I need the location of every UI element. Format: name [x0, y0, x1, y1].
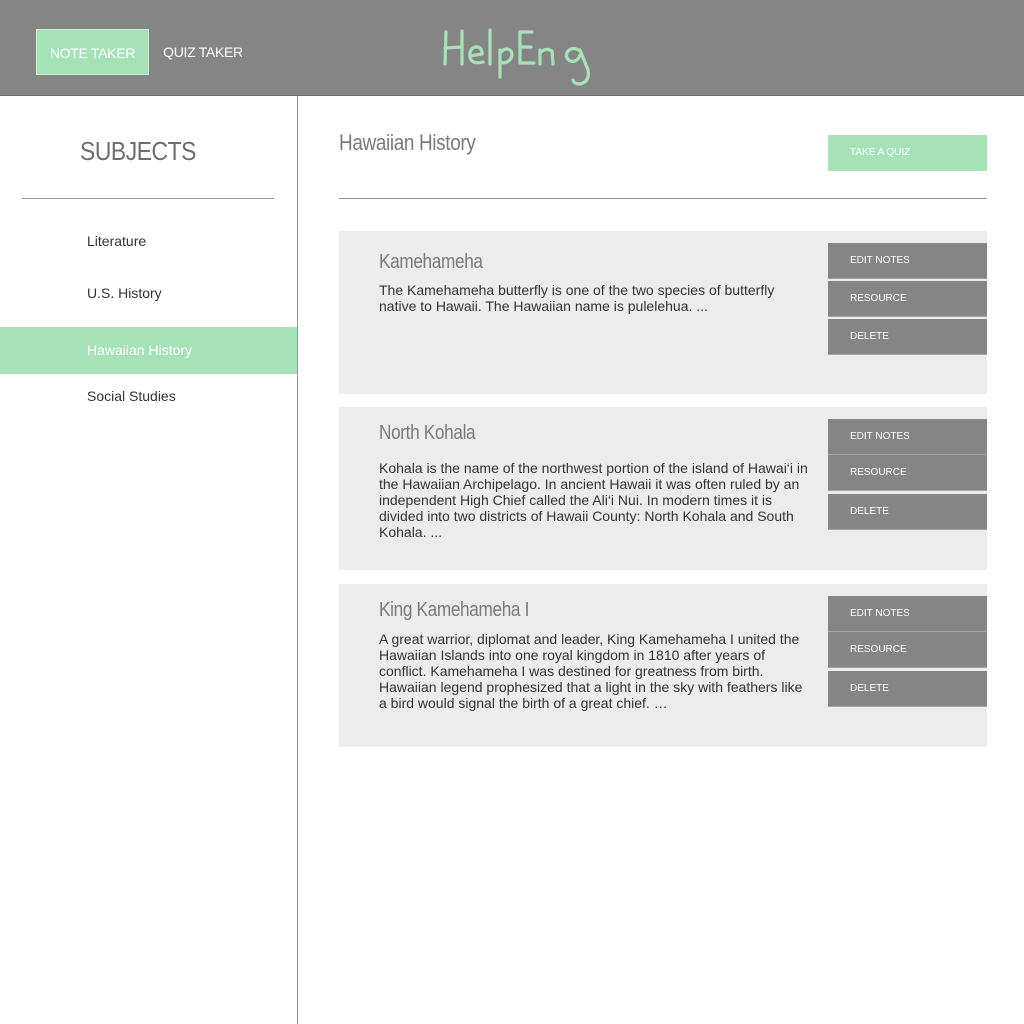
- delete-button[interactable]: DELETE: [828, 319, 987, 355]
- note-card: King Kamehameha I A great warrior, diplo…: [339, 584, 987, 747]
- edit-notes-button[interactable]: EDIT NOTES: [828, 596, 987, 632]
- top-navigation-bar: NOTE TAKER QUIZ TAKER: [0, 0, 1024, 96]
- subjects-sidebar: SUBJECTS Literature U.S. History Hawaiia…: [0, 96, 298, 1024]
- main-divider: [339, 198, 987, 199]
- edit-notes-button[interactable]: EDIT NOTES: [828, 419, 987, 455]
- delete-button[interactable]: DELETE: [828, 671, 987, 707]
- note-title: Kamehameha: [379, 251, 483, 273]
- sidebar-item-literature[interactable]: Literature: [0, 218, 297, 265]
- tab-note-taker[interactable]: NOTE TAKER: [36, 29, 149, 75]
- sidebar-item-social-studies[interactable]: Social Studies: [0, 373, 297, 420]
- note-title: North Kohala: [379, 422, 476, 444]
- take-quiz-button[interactable]: TAKE A QUIZ: [828, 135, 987, 171]
- sidebar-divider: [22, 198, 274, 199]
- resource-button[interactable]: RESOURCE: [828, 632, 987, 668]
- note-body: A great warrior, diplomat and leader, Ki…: [379, 631, 803, 711]
- edit-notes-button[interactable]: EDIT NOTES: [828, 243, 987, 279]
- page-title: Hawaiian History: [339, 130, 476, 155]
- delete-button[interactable]: DELETE: [828, 494, 987, 530]
- tab-quiz-taker[interactable]: QUIZ TAKER: [160, 29, 246, 75]
- sidebar-title: SUBJECTS: [80, 136, 196, 166]
- sidebar-item-hawaiian-history[interactable]: Hawaiian History: [0, 327, 297, 374]
- helpeng-logo: [443, 28, 590, 86]
- sidebar-item-us-history[interactable]: U.S. History: [0, 270, 297, 317]
- note-body: The Kamehameha butterfly is one of the t…: [379, 282, 775, 314]
- note-body: Kohala is the name of the northwest port…: [379, 460, 808, 540]
- resource-button[interactable]: RESOURCE: [828, 281, 987, 317]
- note-card: Kamehameha The Kamehameha butterfly is o…: [339, 231, 987, 394]
- note-card: North Kohala Kohala is the name of the n…: [339, 407, 987, 570]
- note-title: King Kamehameha I: [379, 599, 530, 621]
- resource-button[interactable]: RESOURCE: [828, 455, 987, 491]
